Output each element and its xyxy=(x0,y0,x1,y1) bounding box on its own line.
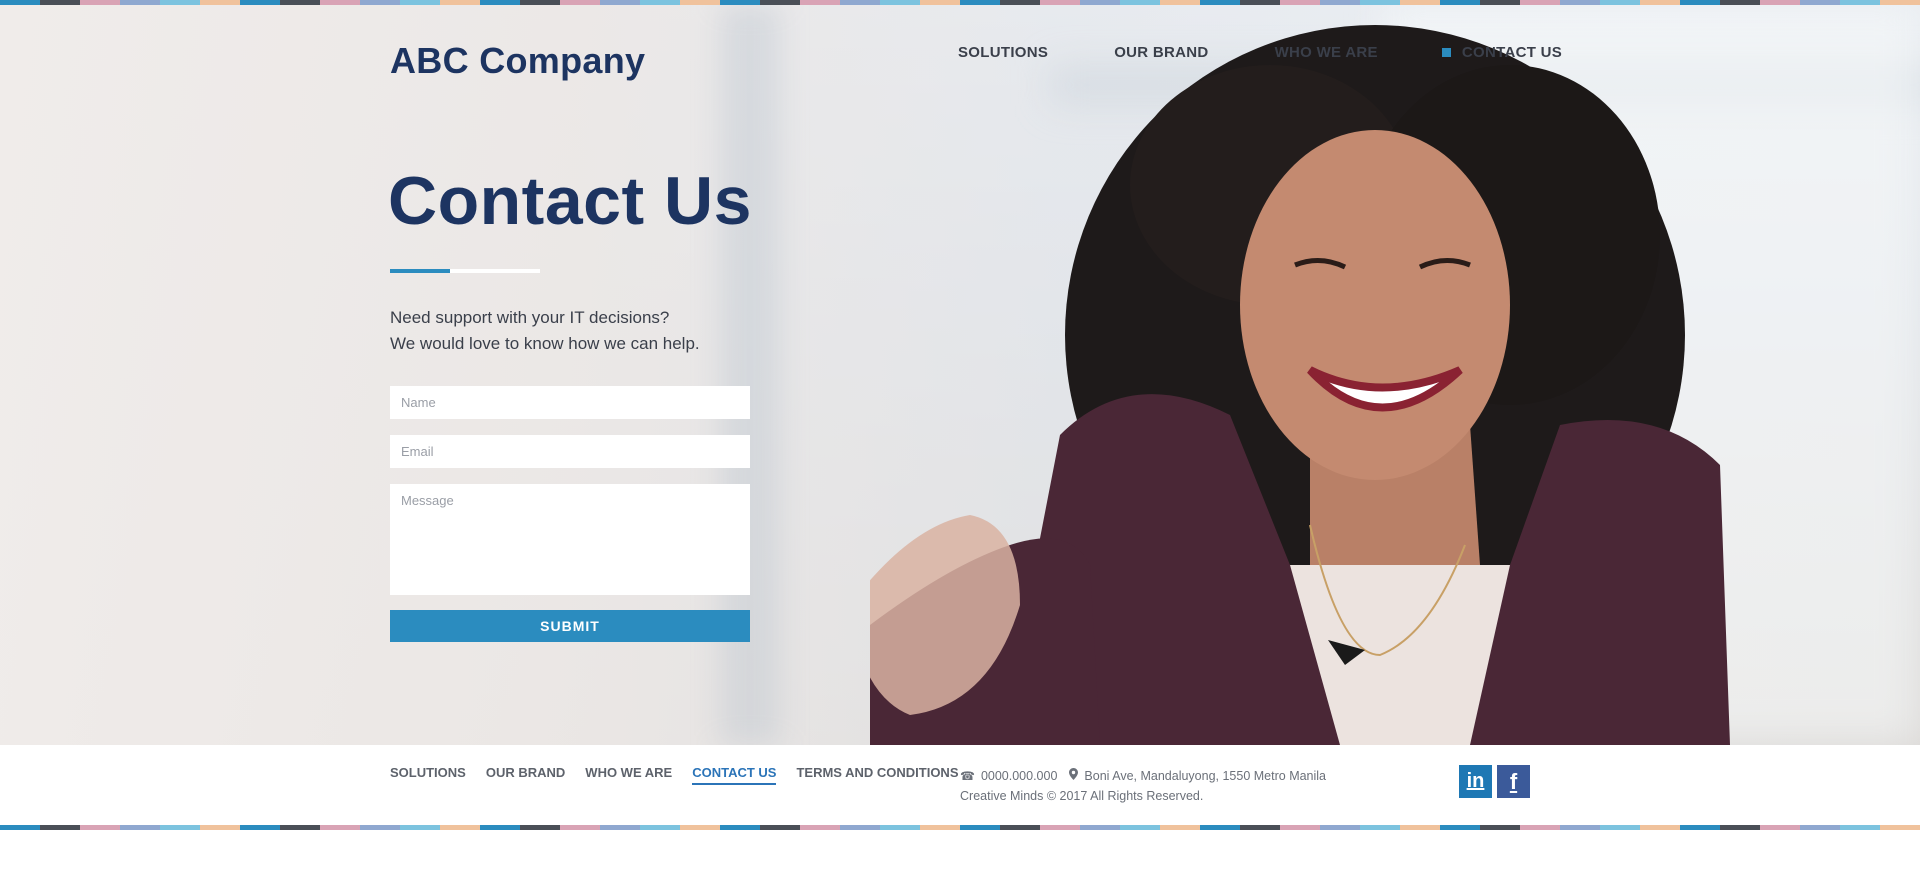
stripe-segment xyxy=(1520,825,1560,830)
linkedin-icon[interactable]: in xyxy=(1459,765,1492,798)
hero-section xyxy=(0,5,1920,745)
stripe-segment xyxy=(280,825,320,830)
stripe-segment xyxy=(1600,825,1640,830)
stripe-segment xyxy=(1800,825,1840,830)
stripe-segment xyxy=(800,825,840,830)
stripe-segment xyxy=(1040,825,1080,830)
stripe-segment xyxy=(640,825,680,830)
stripe-segment xyxy=(440,825,480,830)
stripe-segment xyxy=(80,825,120,830)
nav-item-contact-us[interactable]: CONTACT US xyxy=(1462,44,1562,61)
footer-link-terms[interactable]: TERMS AND CONDITIONS xyxy=(796,765,958,785)
stripe-segment xyxy=(320,825,360,830)
stripe-segment xyxy=(880,825,920,830)
footer: SOLUTIONS OUR BRAND WHO WE ARE CONTACT U… xyxy=(0,745,1920,825)
location-pin-icon xyxy=(1069,766,1079,786)
stripe-segment xyxy=(1760,825,1800,830)
stripe-segment xyxy=(1200,825,1240,830)
footer-address: Boni Ave, Mandaluyong, 1550 Metro Manila xyxy=(1084,769,1327,783)
social-links: in f xyxy=(1459,765,1535,798)
title-divider xyxy=(390,269,540,273)
stripe-segment xyxy=(1880,825,1920,830)
intro-line-2: We would love to know how we can help. xyxy=(390,334,700,353)
page-title: Contact Us xyxy=(388,163,752,239)
stripe-segment xyxy=(480,825,520,830)
stripe-segment xyxy=(1840,825,1880,830)
submit-button[interactable]: SUBMIT xyxy=(390,610,750,642)
stripe-segment xyxy=(1080,825,1120,830)
stripe-segment xyxy=(400,825,440,830)
stripe-segment xyxy=(40,825,80,830)
stripe-segment xyxy=(1720,825,1760,830)
stripe-segment xyxy=(920,825,960,830)
footer-copyright: Creative Minds © 2017 All Rights Reserve… xyxy=(960,789,1204,803)
contact-form: SUBMIT xyxy=(390,386,750,642)
stripe-segment xyxy=(1160,825,1200,830)
main-nav: SOLUTIONS OUR BRAND WHO WE ARE CONTACT U… xyxy=(958,44,1562,61)
stripe-segment xyxy=(520,825,560,830)
stripe-segment xyxy=(1280,825,1320,830)
stripe-segment xyxy=(1640,825,1680,830)
footer-link-our-brand[interactable]: OUR BRAND xyxy=(486,765,565,785)
stripe-segment xyxy=(1440,825,1480,830)
stripe-segment xyxy=(1360,825,1400,830)
nav-item-contact-us-wrapper: CONTACT US xyxy=(1441,44,1562,61)
stripe-segment xyxy=(160,825,200,830)
stripe-segment xyxy=(200,825,240,830)
stripe-segment xyxy=(1680,825,1720,830)
phone-icon: ☎ xyxy=(960,769,975,783)
stripe-segment xyxy=(1400,825,1440,830)
stripe-segment xyxy=(560,825,600,830)
title-divider-accent xyxy=(390,269,450,273)
stripe-segment xyxy=(0,825,40,830)
footer-phone: 0000.000.000 xyxy=(980,769,1058,783)
stripe-segment xyxy=(360,825,400,830)
intro-text: Need support with your IT decisions? We … xyxy=(390,305,700,357)
intro-line-1: Need support with your IT decisions? xyxy=(390,308,670,327)
footer-link-contact-us[interactable]: CONTACT US xyxy=(692,765,777,785)
stripe-segment xyxy=(120,825,160,830)
stripe-segment xyxy=(600,825,640,830)
stripe-segment xyxy=(1480,825,1520,830)
nav-item-our-brand[interactable]: OUR BRAND xyxy=(1114,44,1208,61)
stripe-segment xyxy=(1120,825,1160,830)
footer-contact-info: ☎ 0000.000.000 Boni Ave, Mandaluyong, 15… xyxy=(960,766,1326,806)
stripe-segment xyxy=(1560,825,1600,830)
bottom-color-stripe xyxy=(0,825,1920,830)
hero-photo-woman-handshake xyxy=(870,25,1730,745)
stripe-segment xyxy=(840,825,880,830)
name-input[interactable] xyxy=(390,386,750,419)
stripe-segment xyxy=(1320,825,1360,830)
stripe-segment xyxy=(240,825,280,830)
footer-nav: SOLUTIONS OUR BRAND WHO WE ARE CONTACT U… xyxy=(390,765,979,785)
nav-item-solutions[interactable]: SOLUTIONS xyxy=(958,44,1048,61)
stripe-segment xyxy=(1240,825,1280,830)
stripe-segment xyxy=(720,825,760,830)
message-textarea[interactable] xyxy=(390,484,750,595)
email-input[interactable] xyxy=(390,435,750,468)
nav-item-who-we-are[interactable]: WHO WE ARE xyxy=(1275,44,1378,61)
active-indicator-icon xyxy=(1441,48,1451,57)
brand-logo[interactable]: ABC Company xyxy=(390,40,645,82)
stripe-segment xyxy=(960,825,1000,830)
facebook-icon[interactable]: f xyxy=(1497,765,1530,798)
stripe-segment xyxy=(1000,825,1040,830)
footer-link-who-we-are[interactable]: WHO WE ARE xyxy=(585,765,672,785)
stripe-segment xyxy=(680,825,720,830)
footer-link-solutions[interactable]: SOLUTIONS xyxy=(390,765,466,785)
stripe-segment xyxy=(760,825,800,830)
